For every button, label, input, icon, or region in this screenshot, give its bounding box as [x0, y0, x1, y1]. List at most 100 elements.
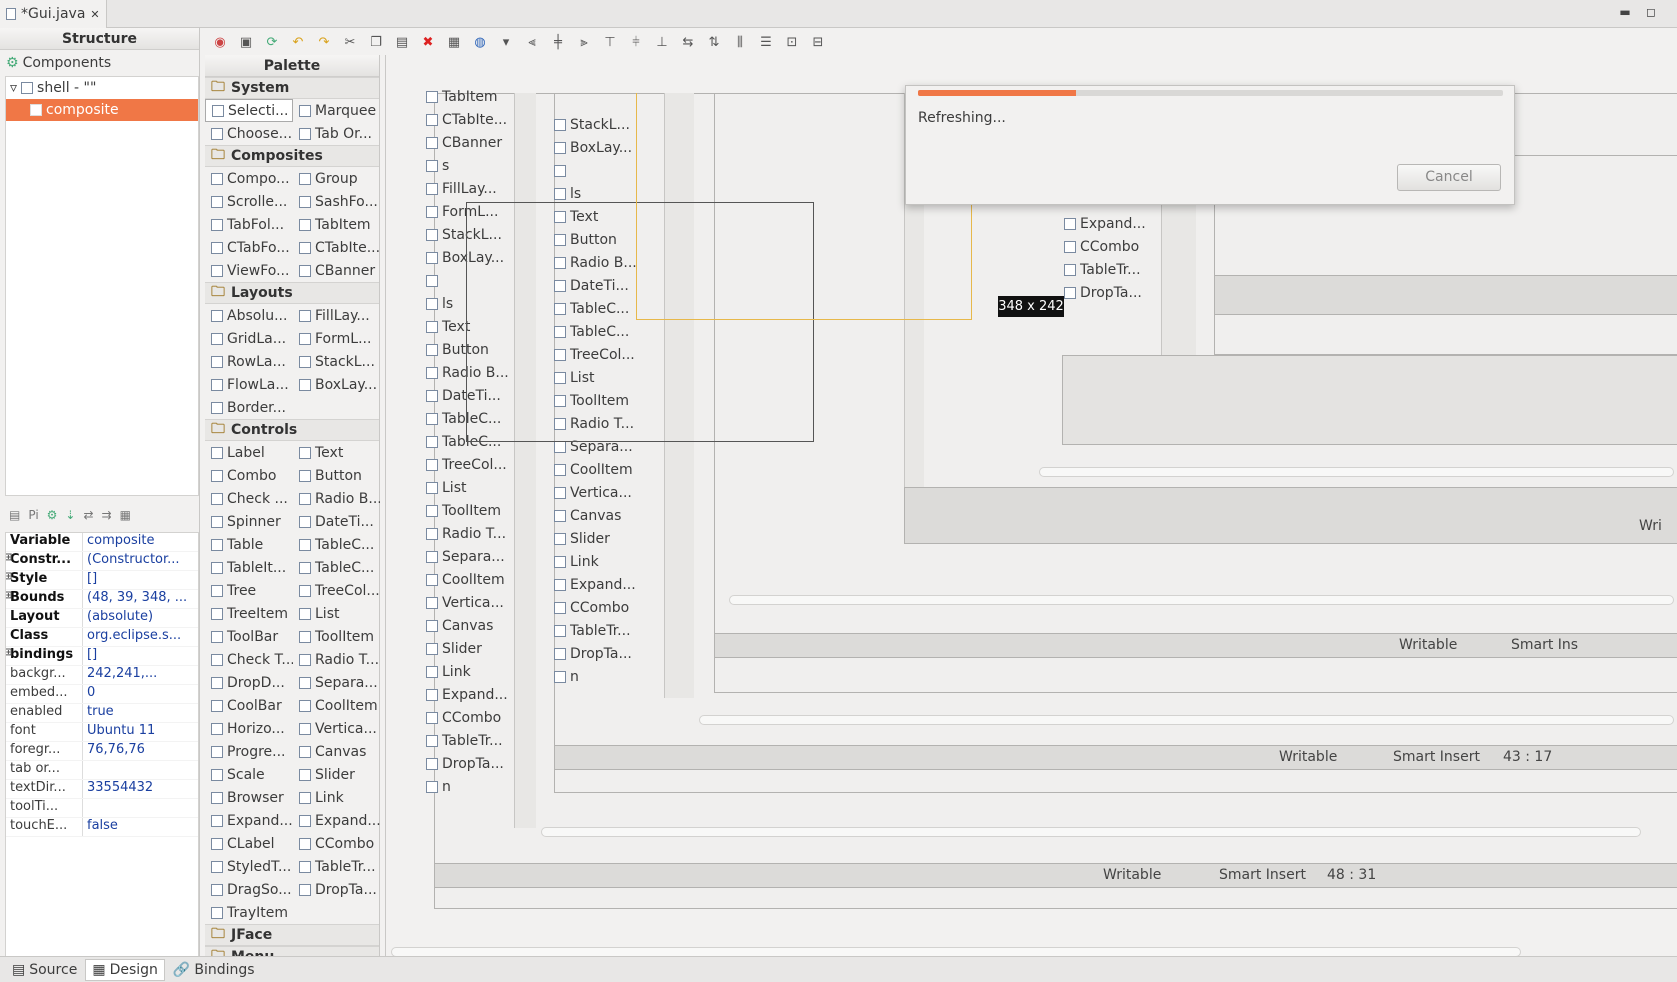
palette-item[interactable]: TreeCol... — [293, 579, 380, 602]
minimize-button[interactable]: ▬ — [1617, 4, 1633, 20]
palette-item[interactable]: Progre... — [205, 740, 293, 763]
palette-item[interactable]: ViewFo... — [205, 259, 293, 282]
distribute-horizontal-icon[interactable]: ⫼ — [731, 34, 749, 52]
editor-tab[interactable]: *Gui.java ✕ — [0, 0, 107, 28]
palette-item[interactable]: Horizo... — [205, 717, 293, 740]
test-gui-icon[interactable]: ◉ — [211, 34, 229, 52]
palette-item[interactable]: ToolBar — [205, 625, 293, 648]
property-row[interactable]: textDir... 33554432 — [6, 780, 198, 799]
palette-item[interactable]: Vertica... — [293, 717, 380, 740]
property-value[interactable]: [] — [83, 647, 198, 665]
palette-item[interactable]: Slider — [293, 763, 380, 786]
property-row[interactable]: font Ubuntu 11 — [6, 723, 198, 742]
palette-item[interactable]: CoolBar — [205, 694, 293, 717]
palette-item[interactable]: Selecti... — [205, 99, 293, 122]
property-row[interactable]: foregr... 76,76,76 — [6, 742, 198, 761]
palette-item[interactable]: TableC... — [293, 556, 380, 579]
delete-icon[interactable]: ✖ — [419, 34, 437, 52]
palette-item[interactable]: DragSo... — [205, 878, 293, 901]
cancel-button[interactable]: Cancel — [1397, 164, 1501, 191]
property-value[interactable]: 33554432 — [83, 780, 198, 798]
property-value[interactable]: true — [83, 704, 198, 722]
convert-local-icon[interactable]: ⇄ — [83, 508, 93, 522]
close-icon[interactable]: ✕ — [90, 8, 99, 21]
property-value[interactable]: composite — [83, 533, 198, 551]
palette-item[interactable]: FlowLa... — [205, 373, 293, 396]
property-row[interactable]: embed... 0 — [6, 685, 198, 704]
property-row[interactable]: touchE... false — [6, 818, 198, 837]
copy-icon[interactable]: ❐ — [367, 34, 385, 52]
palette-category[interactable]: 🗀 Composites — [205, 145, 379, 167]
property-row[interactable]: Layout (absolute) — [6, 609, 198, 628]
undo-icon[interactable]: ↶ — [289, 34, 307, 52]
align-left-icon[interactable]: ⫷ — [523, 34, 541, 52]
expand-icon[interactable]: ⊞ — [6, 647, 12, 658]
palette-item[interactable]: CTabFo... — [205, 236, 293, 259]
property-value[interactable]: (48, 39, 348, ... — [83, 590, 198, 608]
maximize-button[interactable]: ◻ — [1643, 4, 1659, 20]
properties-icon[interactable]: ▦ — [445, 34, 463, 52]
goto-definition-icon[interactable]: ⇣ — [65, 508, 75, 522]
expand-icon[interactable]: ⊞ — [6, 571, 12, 582]
property-value[interactable]: 242,241,... — [83, 666, 198, 684]
expand-icon[interactable]: ⊞ — [6, 552, 12, 563]
palette-item[interactable]: BoxLay... — [293, 373, 380, 396]
space-vertical-icon[interactable]: ⇅ — [705, 34, 723, 52]
dropdown-arrow-icon[interactable]: ▾ — [497, 34, 515, 52]
property-row[interactable]: ⊞Constr...(Constructor... — [6, 552, 198, 571]
palette-item[interactable]: Check ... — [205, 487, 293, 510]
palette-item[interactable]: FormL... — [293, 327, 380, 350]
palette-item[interactable]: TableIt... — [205, 556, 293, 579]
palette-item[interactable]: TreeItem — [205, 602, 293, 625]
property-value[interactable]: (Constructor... — [83, 552, 198, 570]
palette-item[interactable]: Tree — [205, 579, 293, 602]
palette-item[interactable]: Combo — [205, 464, 293, 487]
property-row[interactable]: ⊞bindings[] — [6, 647, 198, 666]
property-row[interactable]: backgr... 242,241,... — [6, 666, 198, 685]
palette-item[interactable]: List — [293, 602, 380, 625]
outer-hscrollbar[interactable] — [541, 827, 1641, 837]
property-value[interactable] — [83, 761, 198, 779]
center-horizontal-icon[interactable]: ⊡ — [783, 34, 801, 52]
property-row[interactable]: enabled true — [6, 704, 198, 723]
cut-icon[interactable]: ✂ — [341, 34, 359, 52]
expand-arrow-icon[interactable]: ▿ — [10, 80, 17, 96]
palette-item[interactable]: TableC... — [293, 533, 380, 556]
tab-bindings[interactable]: 🔗 Bindings — [167, 959, 261, 981]
palette-item[interactable]: Scale — [205, 763, 293, 786]
palette-item[interactable]: Canvas — [293, 740, 380, 763]
palette-item[interactable]: Table — [205, 533, 293, 556]
show-advanced-icon[interactable]: ⇉ — [102, 508, 112, 522]
tree-item-composite[interactable]: composite — [6, 99, 198, 121]
redo-icon[interactable]: ↷ — [315, 34, 333, 52]
property-row[interactable]: Variable composite — [6, 533, 198, 552]
palette-item[interactable]: Compo... — [205, 167, 293, 190]
palette-item[interactable]: Expand... — [205, 809, 293, 832]
palette-item[interactable]: StackL... — [293, 350, 380, 373]
properties-tab-label[interactable]: Pi — [28, 508, 38, 522]
property-value[interactable]: 0 — [83, 685, 198, 703]
palette-item[interactable]: Marquee — [293, 99, 380, 122]
show-events-icon[interactable]: ⚙ — [47, 508, 58, 522]
palette-item[interactable]: Spinner — [205, 510, 293, 533]
distribute-vertical-icon[interactable]: ☰ — [757, 34, 775, 52]
palette-item[interactable]: Border... — [205, 396, 293, 419]
palette-item[interactable]: TabFol... — [205, 213, 293, 236]
palette-item[interactable]: DateTi... — [293, 510, 380, 533]
space-horizontal-icon[interactable]: ⇆ — [679, 34, 697, 52]
palette-item[interactable]: ToolItem — [293, 625, 380, 648]
palette-item[interactable]: FillLay... — [293, 304, 380, 327]
palette-item[interactable]: TabItem — [293, 213, 380, 236]
palette-item[interactable]: Scrolle... — [205, 190, 293, 213]
align-center-icon[interactable]: ╪ — [549, 34, 567, 52]
deep-hscrollbar[interactable] — [1039, 467, 1674, 477]
palette-item[interactable]: StyledT... — [205, 855, 293, 878]
tree-item-shell[interactable]: ▿ shell - "" — [6, 77, 198, 99]
property-value[interactable]: org.eclipse.s... — [83, 628, 198, 646]
property-row[interactable]: ⊞Bounds(48, 39, 348, ... — [6, 590, 198, 609]
tab-source[interactable]: ▤ Source — [6, 959, 83, 981]
property-value[interactable]: Ubuntu 11 — [83, 723, 198, 741]
palette-item[interactable]: Label — [205, 441, 293, 464]
palette-item[interactable]: Separa... — [293, 671, 380, 694]
palette-category[interactable]: 🗀 Controls — [205, 419, 379, 441]
